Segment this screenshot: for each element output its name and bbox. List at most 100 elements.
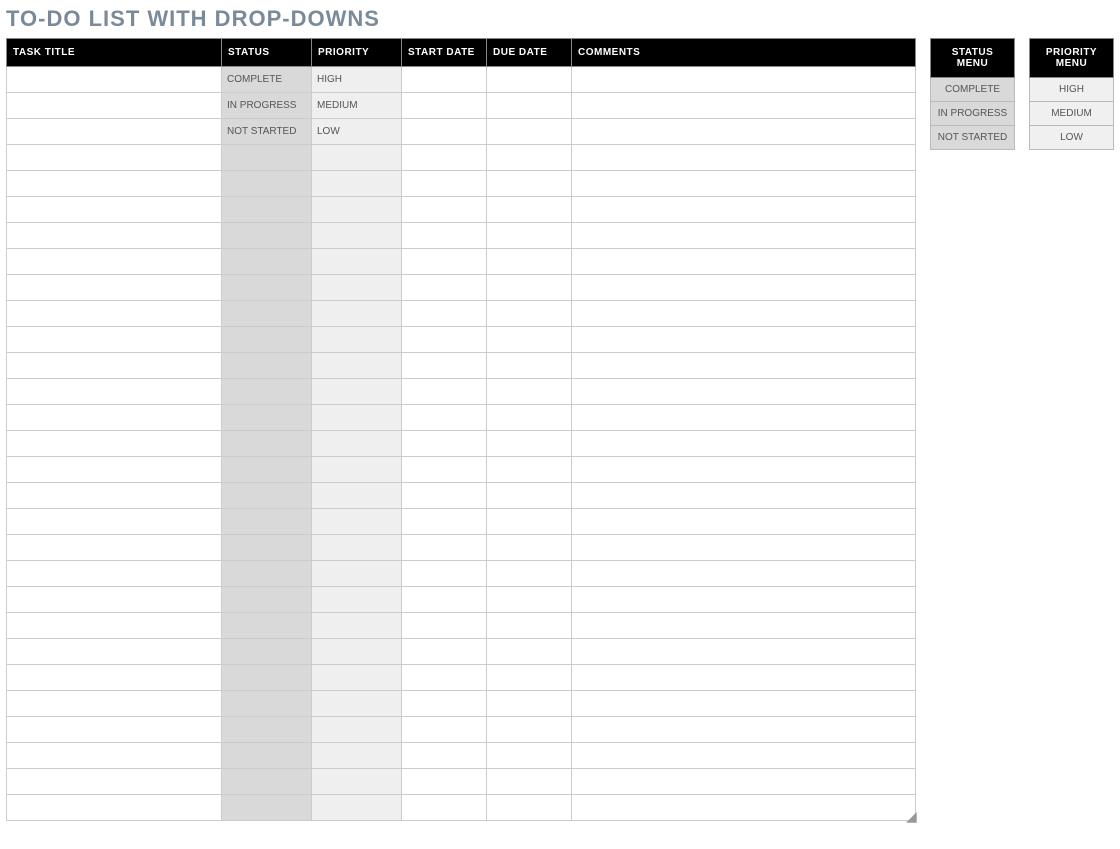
due-date-cell[interactable]: [487, 639, 572, 665]
start-date-cell[interactable]: [402, 353, 487, 379]
priority-cell[interactable]: HIGH: [312, 67, 402, 93]
due-date-cell[interactable]: [487, 93, 572, 119]
start-date-cell[interactable]: [402, 457, 487, 483]
due-date-cell[interactable]: [487, 509, 572, 535]
comments-cell[interactable]: [572, 769, 916, 795]
comments-cell[interactable]: [572, 665, 916, 691]
start-date-cell[interactable]: [402, 483, 487, 509]
status-cell[interactable]: [222, 223, 312, 249]
start-date-cell[interactable]: [402, 535, 487, 561]
task-title-cell[interactable]: [7, 405, 222, 431]
status-cell[interactable]: [222, 535, 312, 561]
priority-cell[interactable]: [312, 145, 402, 171]
status-cell[interactable]: [222, 145, 312, 171]
start-date-cell[interactable]: [402, 145, 487, 171]
priority-menu-item[interactable]: MEDIUM: [1030, 102, 1114, 126]
comments-cell[interactable]: [572, 405, 916, 431]
task-title-cell[interactable]: [7, 717, 222, 743]
status-cell[interactable]: [222, 275, 312, 301]
task-title-cell[interactable]: [7, 535, 222, 561]
comments-cell[interactable]: [572, 431, 916, 457]
task-title-cell[interactable]: [7, 327, 222, 353]
comments-cell[interactable]: [572, 717, 916, 743]
due-date-cell[interactable]: [487, 561, 572, 587]
start-date-cell[interactable]: [402, 717, 487, 743]
start-date-cell[interactable]: [402, 249, 487, 275]
start-date-cell[interactable]: [402, 327, 487, 353]
start-date-cell[interactable]: [402, 613, 487, 639]
task-title-cell[interactable]: [7, 67, 222, 93]
task-title-cell[interactable]: [7, 561, 222, 587]
comments-cell[interactable]: [572, 483, 916, 509]
status-cell[interactable]: [222, 483, 312, 509]
due-date-cell[interactable]: [487, 743, 572, 769]
comments-cell[interactable]: [572, 67, 916, 93]
status-cell[interactable]: [222, 769, 312, 795]
task-title-cell[interactable]: [7, 249, 222, 275]
due-date-cell[interactable]: [487, 327, 572, 353]
due-date-cell[interactable]: [487, 587, 572, 613]
comments-cell[interactable]: [572, 145, 916, 171]
status-cell[interactable]: [222, 379, 312, 405]
task-title-cell[interactable]: [7, 197, 222, 223]
due-date-cell[interactable]: [487, 145, 572, 171]
priority-cell[interactable]: [312, 249, 402, 275]
status-cell[interactable]: [222, 249, 312, 275]
comments-cell[interactable]: [572, 457, 916, 483]
task-title-cell[interactable]: [7, 483, 222, 509]
due-date-cell[interactable]: [487, 197, 572, 223]
comments-cell[interactable]: [572, 691, 916, 717]
comments-cell[interactable]: [572, 327, 916, 353]
task-title-cell[interactable]: [7, 275, 222, 301]
priority-cell[interactable]: [312, 613, 402, 639]
comments-cell[interactable]: [572, 613, 916, 639]
start-date-cell[interactable]: [402, 561, 487, 587]
status-cell[interactable]: COMPLETE: [222, 67, 312, 93]
status-cell[interactable]: [222, 301, 312, 327]
task-title-cell[interactable]: [7, 769, 222, 795]
task-title-cell[interactable]: [7, 379, 222, 405]
due-date-cell[interactable]: [487, 665, 572, 691]
comments-cell[interactable]: [572, 171, 916, 197]
task-title-cell[interactable]: [7, 145, 222, 171]
due-date-cell[interactable]: [487, 301, 572, 327]
start-date-cell[interactable]: [402, 67, 487, 93]
status-cell[interactable]: [222, 795, 312, 821]
start-date-cell[interactable]: [402, 431, 487, 457]
priority-cell[interactable]: [312, 691, 402, 717]
priority-cell[interactable]: [312, 197, 402, 223]
due-date-cell[interactable]: [487, 795, 572, 821]
due-date-cell[interactable]: [487, 249, 572, 275]
priority-cell[interactable]: [312, 639, 402, 665]
comments-cell[interactable]: [572, 561, 916, 587]
start-date-cell[interactable]: [402, 405, 487, 431]
task-title-cell[interactable]: [7, 119, 222, 145]
due-date-cell[interactable]: [487, 431, 572, 457]
priority-cell[interactable]: [312, 795, 402, 821]
status-menu-item[interactable]: NOT STARTED: [931, 126, 1015, 150]
priority-cell[interactable]: [312, 223, 402, 249]
comments-cell[interactable]: [572, 249, 916, 275]
comments-cell[interactable]: [572, 275, 916, 301]
start-date-cell[interactable]: [402, 639, 487, 665]
due-date-cell[interactable]: [487, 353, 572, 379]
priority-cell[interactable]: [312, 561, 402, 587]
due-date-cell[interactable]: [487, 691, 572, 717]
due-date-cell[interactable]: [487, 535, 572, 561]
start-date-cell[interactable]: [402, 275, 487, 301]
status-cell[interactable]: [222, 353, 312, 379]
due-date-cell[interactable]: [487, 379, 572, 405]
comments-cell[interactable]: [572, 509, 916, 535]
priority-menu-item[interactable]: LOW: [1030, 126, 1114, 150]
due-date-cell[interactable]: [487, 67, 572, 93]
comments-cell[interactable]: [572, 301, 916, 327]
start-date-cell[interactable]: [402, 119, 487, 145]
priority-cell[interactable]: [312, 431, 402, 457]
comments-cell[interactable]: [572, 353, 916, 379]
priority-cell[interactable]: [312, 379, 402, 405]
priority-cell[interactable]: [312, 717, 402, 743]
status-cell[interactable]: [222, 561, 312, 587]
task-title-cell[interactable]: [7, 639, 222, 665]
status-cell[interactable]: [222, 431, 312, 457]
comments-cell[interactable]: [572, 379, 916, 405]
